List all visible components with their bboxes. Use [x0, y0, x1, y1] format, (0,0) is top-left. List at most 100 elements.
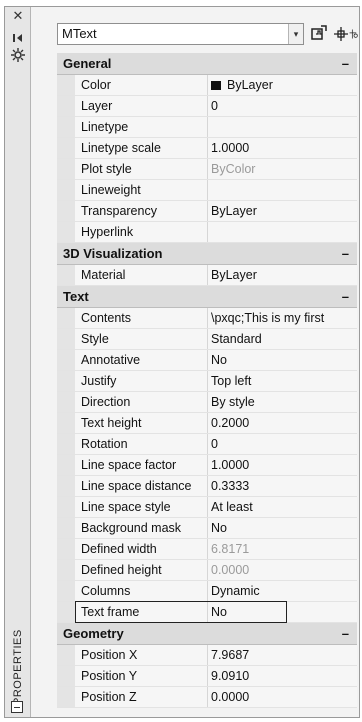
property-label: Layer	[81, 99, 113, 113]
property-label: Columns	[81, 584, 131, 598]
row-gutter	[57, 687, 75, 707]
property-row-background-mask[interactable]: Background mask No	[57, 518, 357, 539]
property-value[interactable]: 0	[211, 434, 355, 455]
collapse-icon[interactable]: –	[342, 286, 349, 307]
collapse-icon[interactable]: –	[342, 623, 349, 644]
property-value[interactable]: No	[211, 518, 355, 539]
property-row-text-frame[interactable]: Text frame No	[57, 602, 357, 623]
properties-main: MText ▾ General – Color ByLayer Layer 0 Linety…	[31, 7, 359, 717]
property-row-transparency[interactable]: Transparency ByLayer	[57, 201, 357, 222]
section-title: 3D Visualization	[63, 246, 163, 261]
select-objects-icon[interactable]	[331, 24, 351, 44]
property-row-rotation[interactable]: Rotation 0	[57, 434, 357, 455]
row-gutter	[57, 666, 75, 686]
property-row-line-space-style[interactable]: Line space style At least	[57, 497, 357, 518]
property-value[interactable]: 0.3333	[211, 476, 355, 497]
object-type-dropdown[interactable]: MText ▾	[57, 23, 304, 45]
header-row: MText ▾	[31, 7, 359, 53]
property-row-text-height[interactable]: Text height 0.2000	[57, 413, 357, 434]
property-row-material[interactable]: Material ByLayer	[57, 265, 357, 286]
property-label: Position Z	[81, 690, 137, 704]
palette-title-strip[interactable]: ✕ PROPERTIES	[5, 7, 31, 717]
auto-hide-icon[interactable]	[5, 29, 31, 48]
property-value[interactable]: ByLayer	[211, 265, 355, 286]
row-gutter	[57, 602, 75, 622]
column-divider	[207, 138, 208, 158]
property-value[interactable]: 0.2000	[211, 413, 355, 434]
property-value[interactable]: No	[211, 602, 355, 623]
property-row-line-space-distance[interactable]: Line space distance 0.3333	[57, 476, 357, 497]
property-value[interactable]: By style	[211, 392, 355, 413]
property-row-defined-height[interactable]: Defined height 0.0000	[57, 560, 357, 581]
property-row-position-z[interactable]: Position Z 0.0000	[57, 687, 357, 708]
property-value[interactable]: At least	[211, 497, 355, 518]
property-value[interactable]: 0	[211, 96, 355, 117]
column-divider	[207, 687, 208, 707]
column-divider	[207, 560, 208, 580]
property-value[interactable]: ByLayer	[211, 201, 355, 222]
property-row-style[interactable]: Style Standard	[57, 329, 357, 350]
property-row-defined-width[interactable]: Defined width 6.8171	[57, 539, 357, 560]
property-value[interactable]: Dynamic	[211, 581, 355, 602]
palette-settings-icon[interactable]	[5, 47, 31, 66]
property-value[interactable]: 1.0000	[211, 138, 355, 159]
property-row-hyperlink[interactable]: Hyperlink	[57, 222, 357, 243]
section-geometry[interactable]: Geometry –	[57, 623, 357, 645]
toggle-pickadd-icon[interactable]	[309, 24, 329, 44]
palette-menu-icon[interactable]	[11, 701, 23, 713]
property-row-linetype-scale[interactable]: Linetype scale 1.0000	[57, 138, 357, 159]
quick-select-icon[interactable]	[349, 24, 359, 44]
property-row-contents[interactable]: Contents \pxqc;This is my first	[57, 308, 357, 329]
property-row-direction[interactable]: Direction By style	[57, 392, 357, 413]
dropdown-arrow-icon[interactable]: ▾	[288, 24, 303, 44]
property-row-linetype[interactable]: LinetypeByLayer	[57, 117, 357, 138]
property-label: Line space factor	[81, 458, 177, 472]
property-value[interactable]: 7.9687	[211, 645, 355, 666]
property-row-layer[interactable]: Layer 0	[57, 96, 357, 117]
object-type-value: MText	[62, 26, 97, 41]
column-divider	[207, 350, 208, 370]
property-label: Material	[81, 268, 126, 282]
property-value[interactable]: 9.0910	[211, 666, 355, 687]
section-general[interactable]: General –	[57, 53, 357, 75]
collapse-icon[interactable]: –	[342, 243, 349, 264]
property-row-plot-style[interactable]: Plot style ByColor	[57, 159, 357, 180]
property-value[interactable]: Top left	[211, 371, 355, 392]
property-row-color[interactable]: Color ByLayer	[57, 75, 357, 96]
column-divider	[207, 645, 208, 665]
row-gutter	[57, 392, 75, 412]
section-title: Text	[63, 289, 89, 304]
property-value[interactable]: 6.8171	[211, 539, 355, 560]
close-icon[interactable]: ✕	[5, 9, 31, 24]
property-row-columns[interactable]: Columns Dynamic	[57, 581, 357, 602]
property-label: Linetype scale	[81, 141, 161, 155]
row-gutter	[57, 117, 75, 137]
property-label: Contents	[81, 311, 132, 325]
property-row-line-space-factor[interactable]: Line space factor 1.0000	[57, 455, 357, 476]
property-row-lineweight[interactable]: LineweightByLayer	[57, 180, 357, 201]
column-divider	[207, 476, 208, 496]
property-row-position-y[interactable]: Position Y 9.0910	[57, 666, 357, 687]
section-title: Geometry	[63, 626, 124, 641]
row-gutter	[57, 518, 75, 538]
column-divider	[207, 371, 208, 391]
property-row-position-x[interactable]: Position X 7.9687	[57, 645, 357, 666]
property-value[interactable]: ByLayer	[211, 75, 355, 96]
section-3d-visualization[interactable]: 3D Visualization –	[57, 243, 357, 265]
property-value[interactable]: \pxqc;This is my first	[211, 308, 355, 329]
section-text[interactable]: Text –	[57, 286, 357, 308]
property-label: Annotative	[81, 353, 141, 367]
property-label: Text height	[81, 416, 142, 430]
property-value[interactable]: 1.0000	[211, 455, 355, 476]
property-value[interactable]: Standard	[211, 329, 355, 350]
collapse-icon[interactable]: –	[342, 53, 349, 74]
property-grid: General–ColorByLayerLayer0LinetypeByLaye…	[57, 53, 357, 708]
section-title: General	[63, 56, 112, 71]
property-value[interactable]: No	[211, 350, 355, 371]
property-row-annotative[interactable]: Annotative No	[57, 350, 357, 371]
property-row-justify[interactable]: Justify Top left	[57, 371, 357, 392]
property-value[interactable]: ByColor	[211, 159, 355, 180]
property-value[interactable]: 0.0000	[211, 560, 355, 581]
property-value[interactable]: 0.0000	[211, 687, 355, 708]
property-label: Position X	[81, 648, 138, 662]
